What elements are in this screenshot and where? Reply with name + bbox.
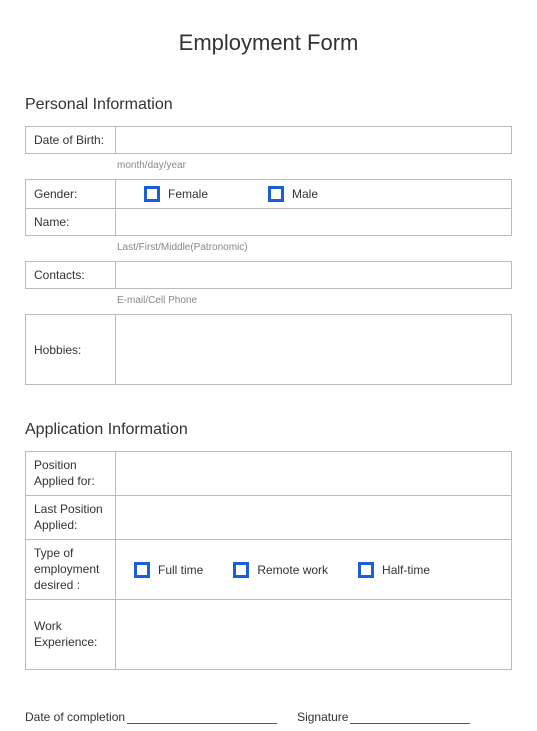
contacts-label: Contacts:	[26, 262, 116, 289]
halftime-label: Half-time	[382, 563, 430, 577]
hobbies-table: Hobbies:	[25, 314, 512, 385]
checkbox-icon	[233, 562, 249, 578]
checkbox-icon	[268, 186, 284, 202]
gender-female-label: Female	[168, 187, 208, 201]
experience-label: Work Experience:	[26, 600, 116, 670]
gender-name-table: Gender: Female Male Name:	[25, 179, 512, 236]
remote-option[interactable]: Remote work	[233, 562, 328, 578]
contacts-table: Contacts:	[25, 261, 512, 289]
fulltime-option[interactable]: Full time	[134, 562, 203, 578]
halftime-option[interactable]: Half-time	[358, 562, 430, 578]
name-hint: Last/First/Middle(Patronomic)	[117, 242, 512, 253]
signature-label: Signature	[297, 710, 348, 724]
gender-male-label: Male	[292, 187, 318, 201]
date-completion-line[interactable]	[127, 710, 277, 724]
form-title: Employment Form	[25, 30, 512, 56]
gender-male-option[interactable]: Male	[268, 186, 318, 202]
application-info-header: Application Information	[25, 421, 512, 439]
position-label: Position Applied for:	[26, 452, 116, 496]
dob-input[interactable]	[116, 127, 512, 154]
hobbies-label: Hobbies:	[26, 315, 116, 385]
fulltime-label: Full time	[158, 563, 203, 577]
dob-row: Date of Birth:	[25, 126, 512, 154]
date-completion-label: Date of completion	[25, 710, 125, 724]
hobbies-input[interactable]	[116, 315, 512, 385]
checkbox-icon	[134, 562, 150, 578]
checkbox-icon	[144, 186, 160, 202]
name-input[interactable]	[116, 209, 512, 236]
form-footer: Date of completion Signature	[25, 710, 512, 724]
dob-label: Date of Birth:	[26, 127, 116, 154]
personal-info-header: Personal Information	[25, 96, 512, 114]
contacts-hint: E-mail/Cell Phone	[117, 295, 512, 306]
contacts-input[interactable]	[116, 262, 512, 289]
gender-female-option[interactable]: Female	[144, 186, 208, 202]
remote-label: Remote work	[257, 563, 328, 577]
gender-label: Gender:	[26, 180, 116, 209]
position-input[interactable]	[116, 452, 512, 496]
last-position-label: Last Position Applied:	[26, 496, 116, 540]
signature-line[interactable]	[350, 710, 470, 724]
checkbox-icon	[358, 562, 374, 578]
dob-hint: month/day/year	[117, 160, 512, 171]
last-position-input[interactable]	[116, 496, 512, 540]
application-table: Position Applied for: Last Position Appl…	[25, 451, 512, 670]
name-label: Name:	[26, 209, 116, 236]
experience-input[interactable]	[116, 600, 512, 670]
employment-type-label: Type of employment desired :	[26, 540, 116, 600]
